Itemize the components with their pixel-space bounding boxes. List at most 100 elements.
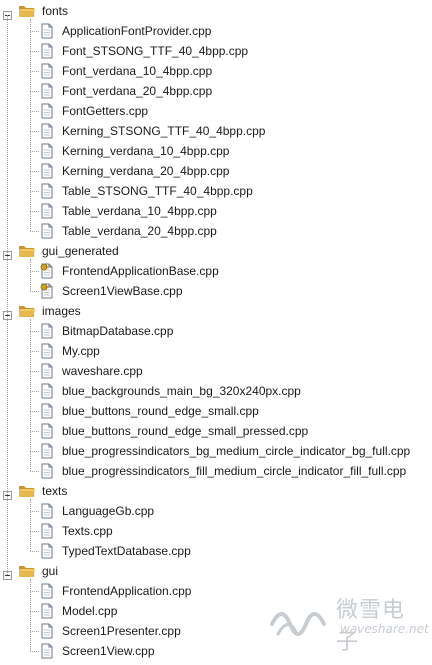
- file-label: waveshare.cpp: [62, 364, 143, 378]
- file-item[interactable]: FrontendApplicationBase.cpp: [0, 261, 432, 281]
- tree-guide-connector: [30, 551, 39, 552]
- file-label: Model.cpp: [62, 604, 118, 618]
- file-item[interactable]: Kerning_STSONG_TTF_40_4bpp.cpp: [0, 121, 432, 141]
- file-label: Texts.cpp: [62, 524, 113, 538]
- file-item[interactable]: Table_verdana_10_4bpp.cpp: [0, 201, 432, 221]
- file-label: Font_verdana_20_4bpp.cpp: [62, 84, 213, 98]
- file-item[interactable]: Font_STSONG_TTF_40_4bpp.cpp: [0, 41, 432, 61]
- folder-label: gui: [42, 564, 59, 578]
- file-item[interactable]: Kerning_verdana_20_4bpp.cpp: [0, 161, 432, 181]
- file-item[interactable]: Kerning_verdana_10_4bpp.cpp: [0, 141, 432, 161]
- cpp-file-icon: [40, 423, 54, 439]
- file-label: Kerning_verdana_20_4bpp.cpp: [62, 164, 230, 178]
- folder-fonts[interactable]: fonts: [0, 1, 432, 21]
- tree-guide-connector: [30, 391, 39, 392]
- folder-gui-generated[interactable]: gui_generated: [0, 241, 432, 261]
- cpp-file-icon: [40, 623, 54, 639]
- file-item[interactable]: Table_STSONG_TTF_40_4bpp.cpp: [0, 181, 432, 201]
- file-label: TypedTextDatabase.cpp: [62, 544, 191, 558]
- cpp-file-icon: [40, 223, 54, 239]
- file-item[interactable]: FontGetters.cpp: [0, 101, 432, 121]
- open-folder-icon: [18, 303, 36, 319]
- waveshare-logo-icon: [270, 612, 326, 636]
- tree-guide-connector: [30, 91, 39, 92]
- file-item[interactable]: blue_buttons_round_edge_small.cpp: [0, 401, 432, 421]
- tree-guide-connector: [30, 471, 39, 472]
- generated-source-file-icon: [40, 283, 54, 299]
- file-item[interactable]: Texts.cpp: [0, 521, 432, 541]
- file-label: Screen1Presenter.cpp: [62, 624, 181, 638]
- tree-guide-connector: [30, 611, 39, 612]
- tree-guide-connector: [30, 31, 39, 32]
- cpp-file-icon: [40, 123, 54, 139]
- cpp-file-icon: [40, 323, 54, 339]
- file-label: Font_STSONG_TTF_40_4bpp.cpp: [62, 44, 249, 58]
- cpp-file-icon: [40, 443, 54, 459]
- file-item[interactable]: blue_buttons_round_edge_small_pressed.cp…: [0, 421, 432, 441]
- folder-label: images: [42, 304, 81, 318]
- tree-guide-connector: [30, 271, 39, 272]
- folder-gui[interactable]: gui: [0, 561, 432, 581]
- tree-guide-connector: [30, 211, 39, 212]
- file-label: blue_progressindicators_bg_medium_circle…: [62, 444, 411, 458]
- tree-guide-line: [30, 259, 31, 291]
- file-label: LanguageGb.cpp: [62, 504, 155, 518]
- tree-guide-connector: [30, 431, 39, 432]
- folder-texts[interactable]: texts: [0, 481, 432, 501]
- tree-guide-line: [30, 499, 31, 551]
- folder-images[interactable]: images: [0, 301, 432, 321]
- file-item[interactable]: Screen1ViewBase.cpp: [0, 281, 432, 301]
- file-label: Font_verdana_10_4bpp.cpp: [62, 64, 213, 78]
- cpp-file-icon: [40, 503, 54, 519]
- file-label: FontGetters.cpp: [62, 104, 149, 118]
- tree-guide-connector: [30, 331, 39, 332]
- collapse-toggle-icon[interactable]: [3, 6, 12, 20]
- generated-source-file-icon: [40, 263, 54, 279]
- file-label: FrontendApplicationBase.cpp: [62, 264, 219, 278]
- cpp-file-icon: [40, 23, 54, 39]
- file-label: Kerning_STSONG_TTF_40_4bpp.cpp: [62, 124, 266, 138]
- cpp-file-icon: [40, 203, 54, 219]
- tree-guide-line-root: [7, 15, 8, 575]
- file-label: Table_STSONG_TTF_40_4bpp.cpp: [62, 184, 253, 198]
- file-label: Table_verdana_10_4bpp.cpp: [62, 204, 217, 218]
- tree-guide-line: [30, 579, 31, 651]
- cpp-file-icon: [40, 83, 54, 99]
- file-item[interactable]: blue_progressindicators_fill_medium_circ…: [0, 461, 432, 481]
- file-item[interactable]: blue_backgrounds_main_bg_320x240px.cpp: [0, 381, 432, 401]
- open-folder-icon: [18, 563, 36, 579]
- file-item[interactable]: My.cpp: [0, 341, 432, 361]
- file-label: FrontendApplication.cpp: [62, 584, 192, 598]
- cpp-file-icon: [40, 403, 54, 419]
- folder-label: gui_generated: [42, 244, 119, 258]
- file-item[interactable]: BitmapDatabase.cpp: [0, 321, 432, 341]
- file-label: Screen1ViewBase.cpp: [62, 284, 183, 298]
- file-item[interactable]: ApplicationFontProvider.cpp: [0, 21, 432, 41]
- file-label: blue_progressindicators_fill_medium_circ…: [62, 464, 407, 478]
- tree-guide-connector: [30, 191, 39, 192]
- cpp-file-icon: [40, 363, 54, 379]
- tree-guide-connector: [30, 131, 39, 132]
- file-item[interactable]: LanguageGb.cpp: [0, 501, 432, 521]
- file-label: My.cpp: [62, 344, 100, 358]
- cpp-file-icon: [40, 183, 54, 199]
- file-label: ApplicationFontProvider.cpp: [62, 24, 212, 38]
- file-label: Kerning_verdana_10_4bpp.cpp: [62, 144, 230, 158]
- cpp-file-icon: [40, 63, 54, 79]
- file-label: blue_buttons_round_edge_small_pressed.cp…: [62, 424, 309, 438]
- cpp-file-icon: [40, 143, 54, 159]
- file-item[interactable]: Font_verdana_10_4bpp.cpp: [0, 61, 432, 81]
- file-label: Table_verdana_20_4bpp.cpp: [62, 224, 217, 238]
- file-item[interactable]: blue_progressindicators_bg_medium_circle…: [0, 441, 432, 461]
- tree-guide-connector: [30, 411, 39, 412]
- watermark-english-text: waveshare.net: [340, 622, 429, 636]
- file-item[interactable]: Font_verdana_20_4bpp.cpp: [0, 81, 432, 101]
- file-item[interactable]: TypedTextDatabase.cpp: [0, 541, 432, 561]
- cpp-file-icon: [40, 343, 54, 359]
- tree-guide-connector: [30, 151, 39, 152]
- tree-guide-connector: [30, 531, 39, 532]
- file-item[interactable]: Table_verdana_20_4bpp.cpp: [0, 221, 432, 241]
- cpp-file-icon: [40, 603, 54, 619]
- file-item[interactable]: waveshare.cpp: [0, 361, 432, 381]
- open-folder-icon: [18, 243, 36, 259]
